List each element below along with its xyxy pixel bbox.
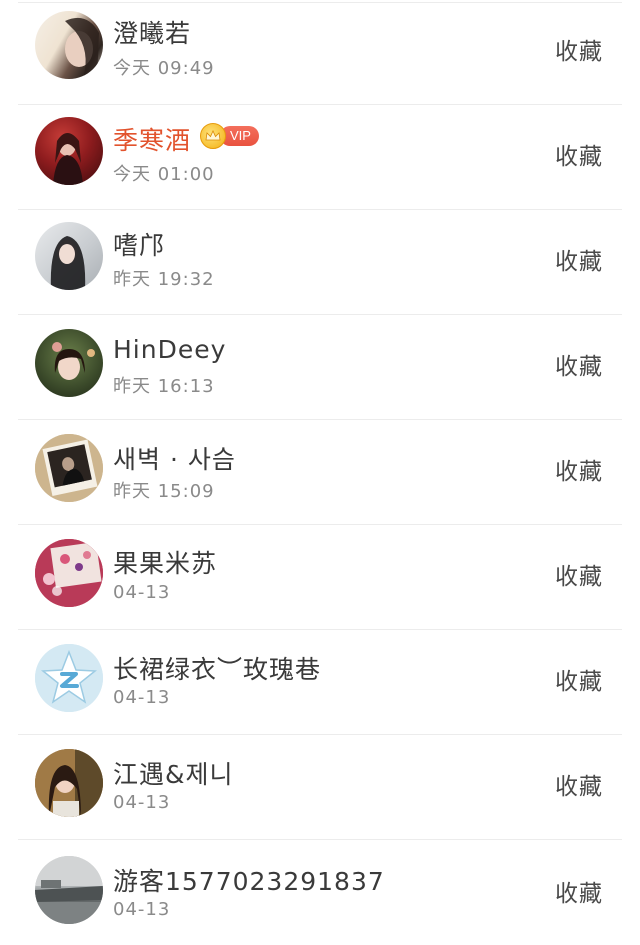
list-item[interactable]: 长裙绿衣︶玫瑰巷 04-13 收藏: [0, 630, 640, 735]
collect-button[interactable]: 收藏: [555, 137, 603, 171]
crown-icon: [200, 123, 226, 149]
list-item[interactable]: 澄曦若 今天 09:49 收藏: [0, 0, 640, 105]
avatar[interactable]: [35, 539, 103, 607]
list-item[interactable]: 季寒酒 VIP 今天 01:00 收藏: [0, 105, 640, 210]
landscape-photo-avatar-icon: [35, 856, 103, 924]
avatar[interactable]: [35, 434, 103, 502]
avatar[interactable]: [35, 749, 103, 817]
star-logo-avatar-icon: [35, 644, 103, 712]
user-name: HinDeey: [113, 335, 227, 364]
avatar[interactable]: [35, 11, 103, 79]
collect-button[interactable]: 收藏: [555, 662, 603, 696]
visit-time: 04-13: [113, 687, 171, 708]
woman-photo-avatar-icon: [65, 17, 99, 79]
avatar[interactable]: [35, 329, 103, 397]
collect-button[interactable]: 收藏: [555, 452, 603, 486]
avatar[interactable]: [35, 644, 103, 712]
user-name: 游客1577023291837: [113, 867, 385, 896]
collect-button[interactable]: 收藏: [555, 767, 603, 801]
dark-red-photo-avatar-icon: [53, 133, 83, 185]
photo-frame-avatar-icon: [35, 434, 103, 502]
visit-time: 今天 09:49: [113, 58, 215, 79]
visit-time: 昨天 19:32: [113, 269, 215, 290]
user-name: 澄曦若: [113, 19, 192, 48]
collect-button[interactable]: 收藏: [555, 32, 603, 66]
visit-time: 昨天 16:13: [113, 376, 215, 397]
visit-time: 04-13: [113, 792, 171, 813]
user-name: 季寒酒: [113, 126, 192, 155]
list-item[interactable]: 果果米苏 04-13 收藏: [0, 525, 640, 630]
avatar[interactable]: [35, 222, 103, 290]
list-item[interactable]: HinDeey 昨天 16:13 收藏: [0, 315, 640, 420]
list-item[interactable]: 嗜邝 昨天 19:32 收藏: [0, 210, 640, 315]
user-name: 새벽 · 사슴: [113, 445, 236, 474]
girl-photo-avatar-icon: [50, 236, 86, 290]
vip-badge: VIP: [200, 123, 259, 149]
user-name: 嗜邝: [113, 231, 166, 260]
girl-photo-avatar-icon: [35, 749, 103, 817]
crown-glyph-icon: [205, 130, 221, 141]
visit-time: 04-13: [113, 899, 171, 920]
avatar[interactable]: [35, 117, 103, 185]
collect-button[interactable]: 收藏: [555, 242, 603, 276]
avatar[interactable]: [35, 856, 103, 924]
user-name: 果果米苏: [113, 549, 218, 578]
list-item[interactable]: 游客1577023291837 04-13 收藏: [0, 840, 640, 945]
user-name: 长裙绿衣︶玫瑰巷: [113, 655, 322, 684]
user-name: 江遇&제니: [113, 760, 234, 789]
collect-button[interactable]: 收藏: [555, 557, 603, 591]
collect-button[interactable]: 收藏: [555, 874, 603, 908]
girl-photo-avatar-icon: [52, 342, 95, 380]
collect-button[interactable]: 收藏: [555, 347, 603, 381]
floral-photo-avatar-icon: [35, 539, 103, 607]
list-item[interactable]: 새벽 · 사슴 昨天 15:09 收藏: [0, 420, 640, 525]
visit-time: 昨天 15:09: [113, 481, 215, 502]
visit-time: 04-13: [113, 582, 171, 603]
list-item[interactable]: 江遇&제니 04-13 收藏: [0, 735, 640, 840]
visit-time: 今天 01:00: [113, 164, 215, 185]
